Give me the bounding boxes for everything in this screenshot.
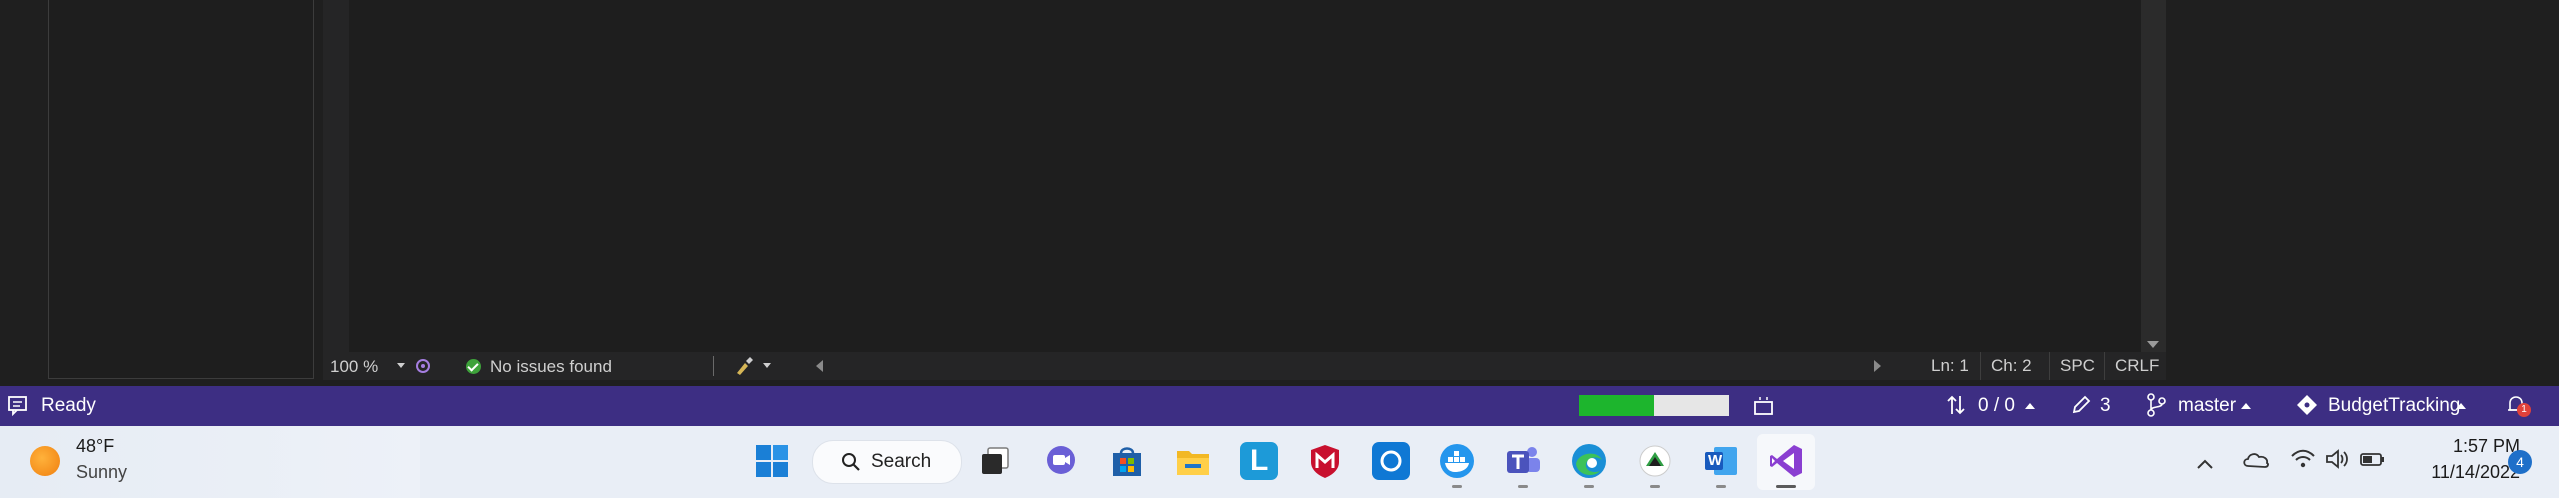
error-count-dropdown-icon[interactable] [2025,403,2035,409]
notification-center-badge[interactable]: 4 [2508,450,2532,474]
zoom-dropdown-icon[interactable] [397,363,405,368]
ide-window: 100 % No issues found Ln: 1 Ch: 2 SPC CR… [0,0,2559,385]
windows-start-icon[interactable] [753,442,791,480]
status-text: Ready [41,395,96,416]
char-number[interactable]: Ch: 2 [1980,352,2042,380]
code-cleanup-icon[interactable] [733,355,755,382]
task-view-icon[interactable] [976,442,1014,480]
up-down-arrows-icon [1945,394,1967,422]
teams-icon[interactable] [1504,442,1542,480]
cortana-icon[interactable] [1372,442,1410,480]
file-explorer-icon[interactable] [1174,442,1212,480]
git-repo-icon [2296,394,2318,422]
l-app-icon[interactable]: L [1240,442,1278,480]
branch-dropdown-icon[interactable] [2241,403,2251,409]
running-indicator [1452,485,1462,488]
pending-changes-count[interactable]: 3 [2100,395,2111,417]
visual-studio-icon[interactable] [1767,442,1805,480]
docker-icon[interactable] [1438,442,1476,480]
cleanup-dropdown-icon[interactable] [763,363,771,368]
scroll-down-arrow-icon[interactable] [2147,341,2159,348]
taskbar-search-box[interactable]: Search [812,440,962,484]
battery-icon[interactable] [2358,448,2386,476]
line-ending[interactable]: CRLF [2104,352,2169,380]
weather-condition: Sunny [76,462,128,482]
chat-icon[interactable] [1042,442,1080,480]
issues-indicator[interactable]: No issues found [466,357,612,377]
background-task-progress[interactable] [1579,395,1729,416]
weather-widget[interactable]: 48°F Sunny [0,426,420,498]
repository-name[interactable]: BudgetTracking [2328,395,2460,417]
ide-status-bar: Ready 0 / 0 3 master BudgetTracking 1 [0,386,2559,426]
progress-fill [1579,395,1654,416]
zoom-level[interactable]: 100 % [330,357,378,377]
spacing-mode[interactable]: SPC [2049,352,2105,380]
git-branch-icon [2145,393,2167,423]
l-app-letter: L [1250,444,1269,477]
clock-date[interactable]: 11/14/2022 [2400,462,2520,483]
running-indicator [1650,485,1660,488]
error-count[interactable]: 0 / 0 [1978,395,2015,417]
code-editor[interactable] [349,0,2141,352]
app-icon[interactable] [1636,442,1674,480]
editor-gutter [323,0,349,355]
search-icon [841,452,861,477]
running-indicator [1716,485,1726,488]
vertical-scrollbar[interactable] [2141,0,2166,352]
word-icon[interactable]: W [1702,442,1740,480]
edge-icon[interactable] [1570,442,1608,480]
scroll-right-icon[interactable] [1874,360,1881,372]
notification-bell-icon[interactable]: 1 [2505,393,2531,423]
wifi-icon[interactable] [2290,448,2316,476]
issues-text: No issues found [490,357,612,376]
microsoft-store-icon[interactable] [1108,442,1146,480]
sun-icon [30,446,60,476]
windows-taskbar: 48°F Sunny Search L W 1:57 PM 11/14/2022… [0,426,2559,498]
solution-explorer-panel [48,0,314,379]
line-number[interactable]: Ln: 1 [1921,352,1979,380]
branch-name[interactable]: master [2178,395,2236,417]
repo-dropdown-icon[interactable] [2456,403,2466,409]
active-indicator [1776,485,1796,488]
mcafee-icon[interactable] [1306,442,1344,480]
divider [713,356,714,376]
weather-temp: 48°F [76,436,115,456]
volume-icon[interactable] [2324,448,2350,476]
right-panel [2166,0,2559,385]
running-indicator [1518,485,1528,488]
clock-time[interactable]: 1:57 PM [2400,436,2520,457]
background-tasks-icon[interactable] [1752,394,1776,424]
running-indicator [1584,485,1594,488]
notification-badge: 1 [2517,403,2531,417]
search-label: Search [871,451,932,472]
chevron-up-icon[interactable] [2196,451,2214,477]
word-letter: W [1708,452,1723,469]
onedrive-icon[interactable] [2242,448,2270,476]
scroll-left-icon[interactable] [816,360,823,372]
editor-status-bar: 100 % No issues found Ln: 1 Ch: 2 SPC CR… [323,352,2166,380]
pencil-icon [2070,394,2092,422]
intellicode-icon[interactable] [413,355,433,382]
check-circle-icon [466,359,481,374]
output-icon[interactable] [7,394,29,422]
